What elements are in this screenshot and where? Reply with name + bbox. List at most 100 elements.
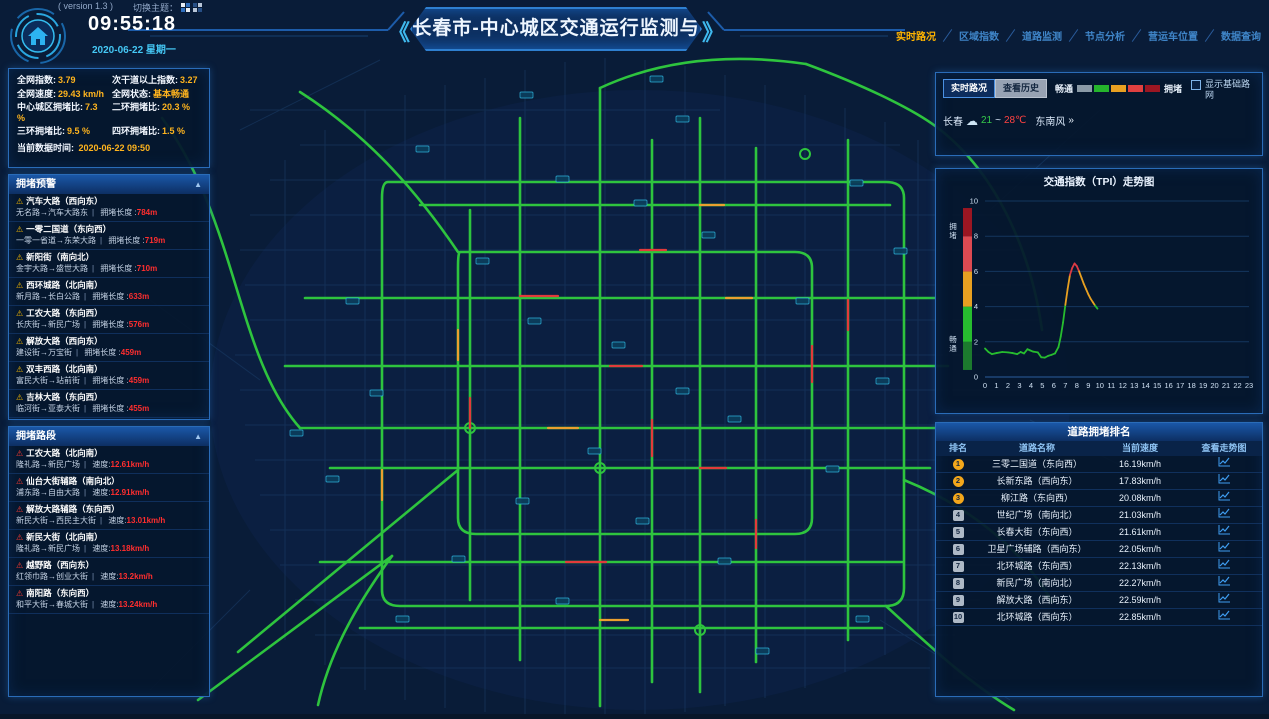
road-list-item[interactable]: ⚠双丰西路（北向南）富民大街→站前街| 拥堵长度 :459m — [9, 362, 209, 390]
ranking-row[interactable]: 8 新民广场（南向北） 22.27km/h — [936, 575, 1262, 592]
nav-item-3[interactable]: 节点分析 — [1085, 28, 1125, 43]
view-trend-icon[interactable] — [1218, 456, 1231, 467]
road-list-item[interactable]: ⚠西环城路（北向南）新月路→长白公路| 拥堵长度 :633m — [9, 278, 209, 306]
svg-text:拥: 拥 — [949, 221, 957, 231]
road-list-item[interactable]: ⚠新民大街（北向南）隆礼路→新民广场| 速度:13.18km/h — [9, 530, 209, 558]
title-chevron-right: 》 — [702, 15, 724, 47]
ranking-road-name: 柳江路（东向西） — [980, 490, 1094, 506]
weather-temp-sep: ~ — [995, 115, 1001, 126]
view-trend-icon[interactable] — [1218, 558, 1231, 569]
view-trend-icon[interactable] — [1218, 575, 1231, 586]
rank-badge: 8 — [953, 578, 964, 589]
view-trend-icon[interactable] — [1218, 507, 1231, 518]
weather-wind: 东南风 — [1035, 113, 1065, 128]
road-list-item[interactable]: ⚠工农大路（东向西）长庆街→新民广场| 拥堵长度 :576m — [9, 306, 209, 334]
ranking-speed: 22.27km/h — [1094, 575, 1186, 591]
road-list-item[interactable]: ⚠南湖大路（东向西）南湖新村中街→南湖广场| 拥堵长度 :438m — [9, 418, 209, 420]
ranking-row[interactable]: 6 卫星广场辅路（西向东） 22.05km/h — [936, 541, 1262, 558]
ranking-row[interactable]: 4 世纪广场（南向北） 21.03km/h — [936, 507, 1262, 524]
road-list-item[interactable]: ⚠越野路（西向东）红领巾路→创业大街| 速度:13.2km/h — [9, 558, 209, 586]
nav-separator — [943, 29, 952, 42]
roadcond-tab-0[interactable]: 实时路况 — [943, 79, 995, 98]
data-time-value: 2020-06-22 09:50 — [79, 143, 151, 153]
nav-item-4[interactable]: 营运车位置 — [1148, 28, 1198, 43]
svg-text:通: 通 — [949, 343, 957, 353]
weather-more-link[interactable]: » — [1068, 115, 1074, 126]
svg-text:21: 21 — [1222, 381, 1230, 390]
weather-temp-high: 28℃ — [1004, 115, 1026, 126]
svg-text:2: 2 — [974, 337, 978, 346]
ranking-row[interactable]: 7 北环城路（东向西） 22.13km/h — [936, 558, 1262, 575]
congested-sections-panel: 拥堵路段 ▲ ⚠工农大路（北向南）隆礼路→新民广场| 速度:12.61km/h … — [8, 426, 210, 697]
road-condition-panel: 实时路况查看历史 畅通 拥堵 显示基础路网 长春 ☁ 21 ~ 28℃ 东南风 … — [935, 72, 1263, 156]
ranking-row[interactable]: 9 解放大路（西向东） 22.59km/h — [936, 592, 1262, 609]
title-chevron-left: 《 — [388, 15, 410, 47]
view-trend-icon[interactable] — [1218, 541, 1231, 552]
basemap-checkbox-label: 显示基础路网 — [1205, 79, 1255, 101]
ranking-col-header: 道路名称 — [980, 441, 1094, 456]
theme-swatch-2[interactable] — [193, 3, 202, 12]
ranking-row[interactable]: 2 长新东路（西向东） 17.83km/h — [936, 473, 1262, 490]
checkbox-icon[interactable] — [1191, 80, 1201, 90]
warning-triangle-icon: ⚠ — [16, 365, 23, 374]
view-trend-icon[interactable] — [1218, 473, 1231, 484]
stat-item-7: 四环拥堵比:1.5 % — [112, 126, 201, 137]
theme-swatch-1[interactable] — [181, 3, 190, 12]
svg-text:7: 7 — [1063, 381, 1067, 390]
svg-text:10: 10 — [1096, 381, 1104, 390]
svg-text:10: 10 — [970, 197, 978, 206]
warning-triangle-icon: ⚠ — [16, 197, 23, 206]
congestion-warning-panel: 拥堵预警 ▲ ⚠汽车大路（西向东）无名路→汽车大路东| 拥堵长度 :784m ⚠… — [8, 174, 210, 420]
storm-cloud-icon: ☁ — [966, 114, 978, 128]
view-trend-icon[interactable] — [1218, 609, 1231, 620]
congestion-panel-title: 拥堵路段 — [16, 427, 56, 446]
ranking-speed: 17.83km/h — [1094, 473, 1186, 489]
ranking-row[interactable]: 10 北环城路（西向东） 22.85km/h — [936, 609, 1262, 626]
ranking-row[interactable]: 1 三零二国道（东向西） 16.19km/h — [936, 456, 1262, 473]
road-list-item[interactable]: ⚠新阳街（南向北）金宇大路→盛世大路| 拥堵长度 :710m — [9, 250, 209, 278]
legend-color-chip — [1077, 85, 1092, 92]
svg-text:16: 16 — [1164, 381, 1172, 390]
road-list-item[interactable]: ⚠南阳路（东向西）和平大街→春城大街| 速度:13.24km/h — [9, 586, 209, 614]
road-list-item[interactable]: ⚠解放大路（西向东）建设街→万宝街| 拥堵长度 :459m — [9, 334, 209, 362]
ranking-road-name: 北环城路（西向东） — [980, 609, 1094, 625]
road-list-item[interactable]: ⚠一零二国道（东向西）一零一省道→东荣大路| 拥堵长度 :719m — [9, 222, 209, 250]
nav-item-2[interactable]: 道路监测 — [1022, 28, 1062, 43]
ranking-title: 道路拥堵排名 — [936, 423, 1262, 441]
ranking-row[interactable]: 5 长春大街（东向西） 21.61km/h — [936, 524, 1262, 541]
warning-triangle-icon: ⚠ — [16, 309, 23, 318]
road-list-item[interactable]: ⚠吉林大路（东向西）临河街→亚泰大街| 拥堵长度 :455m — [9, 390, 209, 418]
ranking-col-header: 排名 — [936, 441, 980, 456]
nav-item-1[interactable]: 区域指数 — [959, 28, 999, 43]
svg-text:2: 2 — [1006, 381, 1010, 390]
road-list-item[interactable]: ⚠汽车大路（西向东）无名路→汽车大路东| 拥堵长度 :784m — [9, 194, 209, 222]
roadcond-tab-1[interactable]: 查看历史 — [995, 79, 1047, 98]
legend-jam-label: 拥堵 — [1164, 82, 1182, 95]
svg-text:22: 22 — [1233, 381, 1241, 390]
warning-triangle-icon: ⚠ — [16, 253, 23, 262]
road-list-item[interactable]: ⚠仙台大街辅路（南向北）浦东路→自由大路| 速度:12.91km/h — [9, 474, 209, 502]
nav-separator — [1205, 29, 1214, 42]
ranking-speed: 22.85km/h — [1094, 609, 1186, 625]
collapse-arrow-icon[interactable]: ▲ — [194, 427, 202, 446]
ranking-row[interactable]: 3 柳江路（东向西） 20.08km/h — [936, 490, 1262, 507]
home-logo[interactable] — [8, 5, 68, 67]
nav-item-0[interactable]: 实时路况 — [896, 28, 936, 43]
ranking-road-name: 卫星广场辅路（西向东） — [980, 541, 1094, 557]
collapse-arrow-icon[interactable]: ▲ — [194, 175, 202, 194]
show-basemap-checkbox[interactable]: 显示基础路网 — [1191, 79, 1255, 101]
svg-text:13: 13 — [1130, 381, 1138, 390]
road-list-item[interactable]: ⚠解放大路辅路（东向西）新民大街→西民主大街| 速度:13.01km/h — [9, 502, 209, 530]
view-trend-icon[interactable] — [1218, 592, 1231, 603]
road-list-item[interactable]: ⚠工农大路（北向南）隆礼路→新民广场| 速度:12.61km/h — [9, 446, 209, 474]
view-trend-icon[interactable] — [1218, 524, 1231, 535]
stat-item-2: 全网速度:29.43 km/h — [17, 89, 106, 100]
page-title: 长春市-中心城区交通运行监测与评估系统 — [410, 7, 702, 51]
nav-item-5[interactable]: 数据查询 — [1221, 28, 1261, 43]
rank-badge: 7 — [953, 561, 964, 572]
svg-text:9: 9 — [1086, 381, 1090, 390]
nav-separator — [1069, 29, 1078, 42]
rank-badge: 10 — [953, 612, 964, 623]
view-trend-icon[interactable] — [1218, 490, 1231, 501]
warning-panel-title: 拥堵预警 — [16, 175, 56, 194]
